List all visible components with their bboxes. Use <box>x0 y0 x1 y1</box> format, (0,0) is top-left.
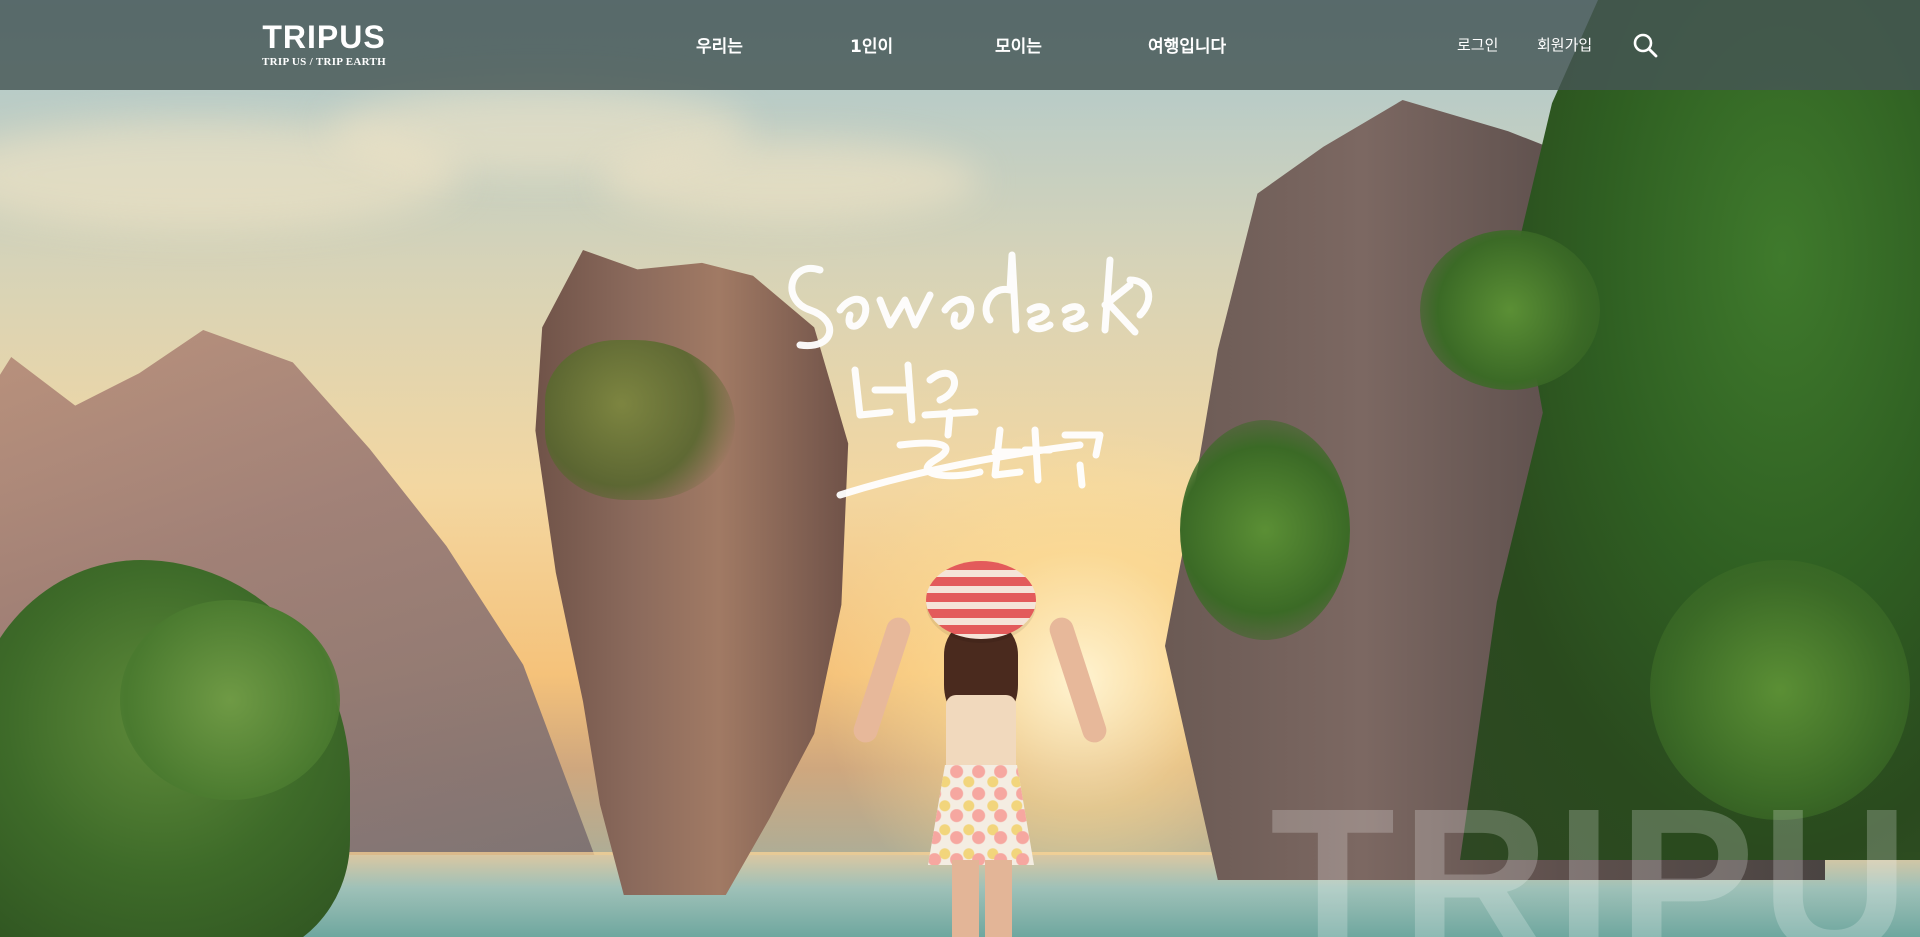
tree-left-foliage <box>120 600 340 800</box>
woman-legs <box>952 860 1012 937</box>
logo-title: TRIPUS <box>262 19 386 55</box>
handwritten-slogan-graphic <box>788 251 1153 499</box>
signup-link[interactable]: 회원가입 <box>1537 34 1592 55</box>
top-header: TRIPUS TRIP US / TRIP EARTH 우리는 1인이 모이는 … <box>0 0 1920 90</box>
woman-torso <box>946 695 1016 775</box>
striped-hat <box>926 561 1036 639</box>
woman-figure <box>850 555 1110 937</box>
handwritten-slogan <box>780 240 1160 520</box>
hero-banner: TRIPUS <box>0 0 1920 937</box>
site-logo[interactable]: TRIPUS TRIP US / TRIP EARTH <box>262 20 386 68</box>
cloud <box>600 140 980 220</box>
nav-item-solo[interactable]: 1인이 <box>850 32 893 57</box>
search-icon[interactable] <box>1632 32 1658 58</box>
nav-item-about[interactable]: 우리는 <box>696 32 743 57</box>
logo-subtitle: TRIP US / TRIP EARTH <box>262 56 386 68</box>
jungle-patch <box>1420 230 1600 390</box>
nav-item-travel[interactable]: 여행입니다 <box>1148 32 1226 57</box>
woman-dress <box>928 765 1034 865</box>
login-link[interactable]: 로그인 <box>1457 34 1498 55</box>
jungle-patch <box>1180 420 1350 640</box>
tripus-watermark: TRIPUS <box>1270 766 1920 937</box>
nav-item-gather[interactable]: 모이는 <box>995 32 1042 57</box>
